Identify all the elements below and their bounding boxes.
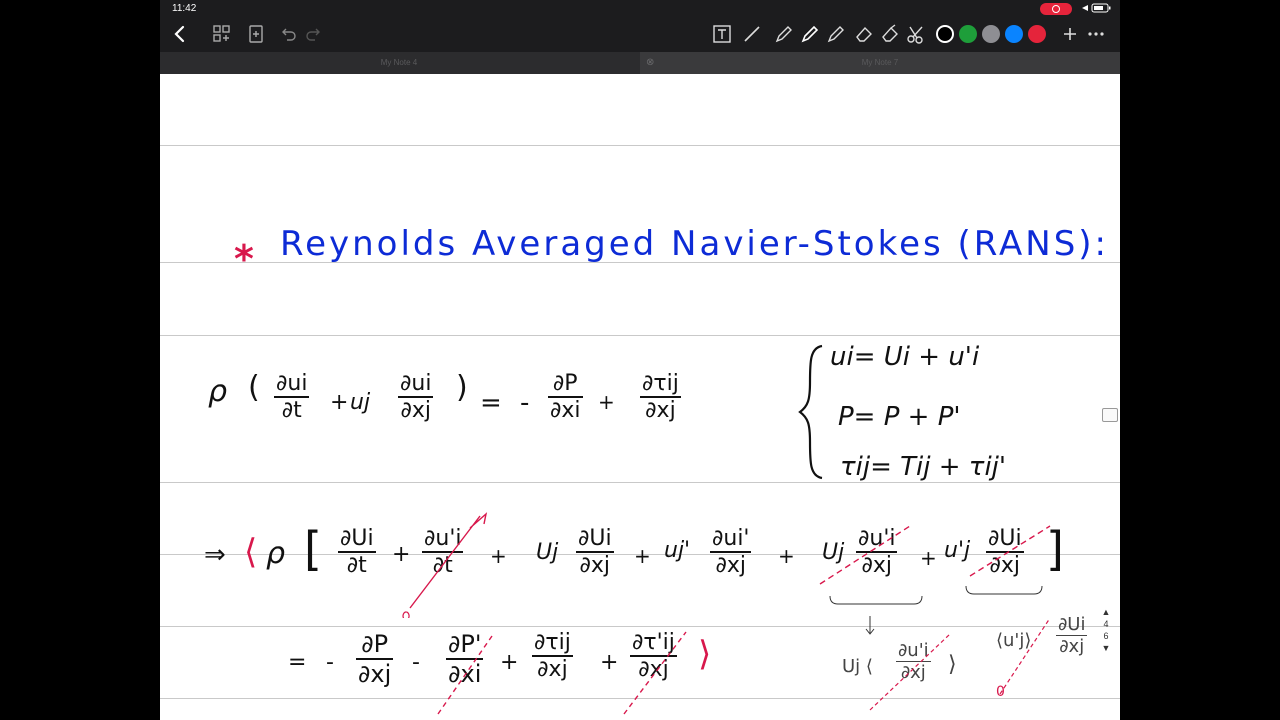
- ruled-line: [160, 335, 1120, 336]
- shape-eraser-icon[interactable]: [876, 20, 904, 48]
- bullet-asterisk: *: [234, 237, 254, 281]
- thumbnails-icon[interactable]: [208, 20, 236, 48]
- tab-label: My Note 7: [861, 58, 899, 67]
- strike-mark: [623, 631, 687, 715]
- page-menu-button[interactable]: [1102, 408, 1118, 422]
- strike-mark: [819, 525, 911, 585]
- strike-mark: [437, 635, 493, 715]
- square-bracket-open: [: [304, 522, 322, 576]
- page-current: 4: [1103, 619, 1109, 629]
- implies-arrow: ⇒: [204, 540, 226, 570]
- lasso-icon[interactable]: [738, 20, 766, 48]
- fraction-dui-dxj: ∂ui ∂xj: [398, 371, 434, 423]
- app-window: 11:42 My Note 4 ⊗ My Note 7 * Reynolds A…: [160, 0, 1120, 720]
- rho-symbol: ρ: [266, 536, 286, 571]
- scissors-icon[interactable]: [902, 20, 930, 48]
- screen-recording-icon[interactable]: [1040, 3, 1072, 15]
- paren-close: ): [456, 370, 468, 405]
- close-icon[interactable]: ⊗: [646, 52, 654, 74]
- underbrace: [829, 595, 923, 605]
- tab-my-note-4[interactable]: My Note 4: [160, 52, 638, 74]
- fraction-dui-prime-dxj: ∂ui' ∂xj: [710, 526, 752, 578]
- redo-icon[interactable]: [300, 20, 328, 48]
- page-total: 6: [1103, 631, 1109, 641]
- average-bracket-open: ⟨: [244, 532, 258, 572]
- add-icon[interactable]: [1056, 20, 1084, 48]
- fraction-dUi-dt: ∂Ui ∂t: [338, 526, 376, 578]
- color-red[interactable]: [1028, 25, 1046, 43]
- pen-icon[interactable]: [770, 20, 798, 48]
- note-page[interactable]: * Reynolds Averaged Navier-Stokes (RANS)…: [160, 74, 1120, 720]
- color-blue[interactable]: [1005, 25, 1023, 43]
- status-bar: 11:42: [160, 0, 1120, 16]
- plus-sign: +: [330, 390, 349, 415]
- paren-open: (: [248, 370, 260, 405]
- color-green[interactable]: [959, 25, 977, 43]
- fraction-dP-dxj: ∂P ∂xj: [356, 630, 394, 688]
- text-tool-icon[interactable]: [708, 20, 736, 48]
- fraction-dui-dt: ∂ui ∂t: [274, 371, 310, 423]
- eraser-icon[interactable]: [850, 20, 878, 48]
- chevron-up-icon[interactable]: ▲: [1096, 606, 1116, 618]
- brace-open: [798, 344, 823, 480]
- strike-mark: [869, 617, 1051, 711]
- more-icon[interactable]: [1082, 20, 1110, 48]
- chevron-down-icon[interactable]: ▼: [1096, 642, 1116, 654]
- add-page-icon[interactable]: [242, 20, 270, 48]
- underbrace: [965, 585, 1043, 595]
- side-note-fraction-2: ∂Ui ∂xj: [1056, 614, 1088, 657]
- plus-sign: +: [634, 544, 651, 568]
- velocity-uj: uj: [350, 390, 371, 415]
- equals-sign: =: [480, 388, 502, 418]
- strike-mark: [402, 512, 488, 618]
- tab-label: My Note 4: [380, 58, 418, 67]
- fluctuation-uj: uj': [664, 538, 691, 563]
- plus-sign: +: [500, 650, 519, 675]
- pressure-decomposition: P= P + P': [838, 402, 961, 432]
- rho-symbol: ρ: [208, 374, 228, 409]
- minus-sign: -: [412, 650, 420, 675]
- toolbar: [160, 16, 1120, 52]
- undo-icon[interactable]: [274, 20, 302, 48]
- plus-sign: +: [598, 390, 615, 414]
- pencil-icon[interactable]: [796, 20, 824, 48]
- battery-icon: [1082, 3, 1111, 13]
- strike-mark: [969, 525, 1051, 577]
- average-bracket-close: ⟩: [698, 634, 712, 674]
- stress-decomposition: τij= Tij + τij': [840, 452, 1007, 482]
- velocity-decomposition: ui= Ui + u'i: [830, 342, 980, 372]
- color-black[interactable]: [936, 25, 954, 43]
- highlighter-icon[interactable]: [822, 20, 850, 48]
- fraction-dtau-dxj: ∂τij ∂xj: [640, 371, 681, 423]
- back-icon[interactable]: [166, 20, 194, 48]
- clock: 11:42: [172, 3, 197, 14]
- minus-sign: -: [520, 388, 530, 418]
- ruled-line: [160, 482, 1120, 483]
- tab-my-note-7[interactable]: ⊗ My Note 7: [640, 52, 1120, 74]
- fraction-dp-dxi: ∂P ∂xi: [548, 371, 583, 423]
- note-title: Reynolds Averaged Navier-Stokes (RANS):: [280, 224, 1110, 264]
- fraction-dUi-dxj: ∂Ui ∂xj: [576, 526, 614, 578]
- equals-sign: =: [288, 650, 307, 675]
- mean-velocity-Uj: Uj: [536, 540, 559, 565]
- color-gray[interactable]: [982, 25, 1000, 43]
- page-scroller[interactable]: ▲ 4 6 ▼: [1096, 606, 1116, 654]
- fraction-dtau-dxj: ∂τij ∂xj: [532, 630, 573, 682]
- plus-sign: +: [778, 544, 795, 568]
- minus-sign: -: [326, 650, 334, 675]
- tab-bar: My Note 4 ⊗ My Note 7: [160, 52, 1120, 74]
- ruled-line: [160, 145, 1120, 146]
